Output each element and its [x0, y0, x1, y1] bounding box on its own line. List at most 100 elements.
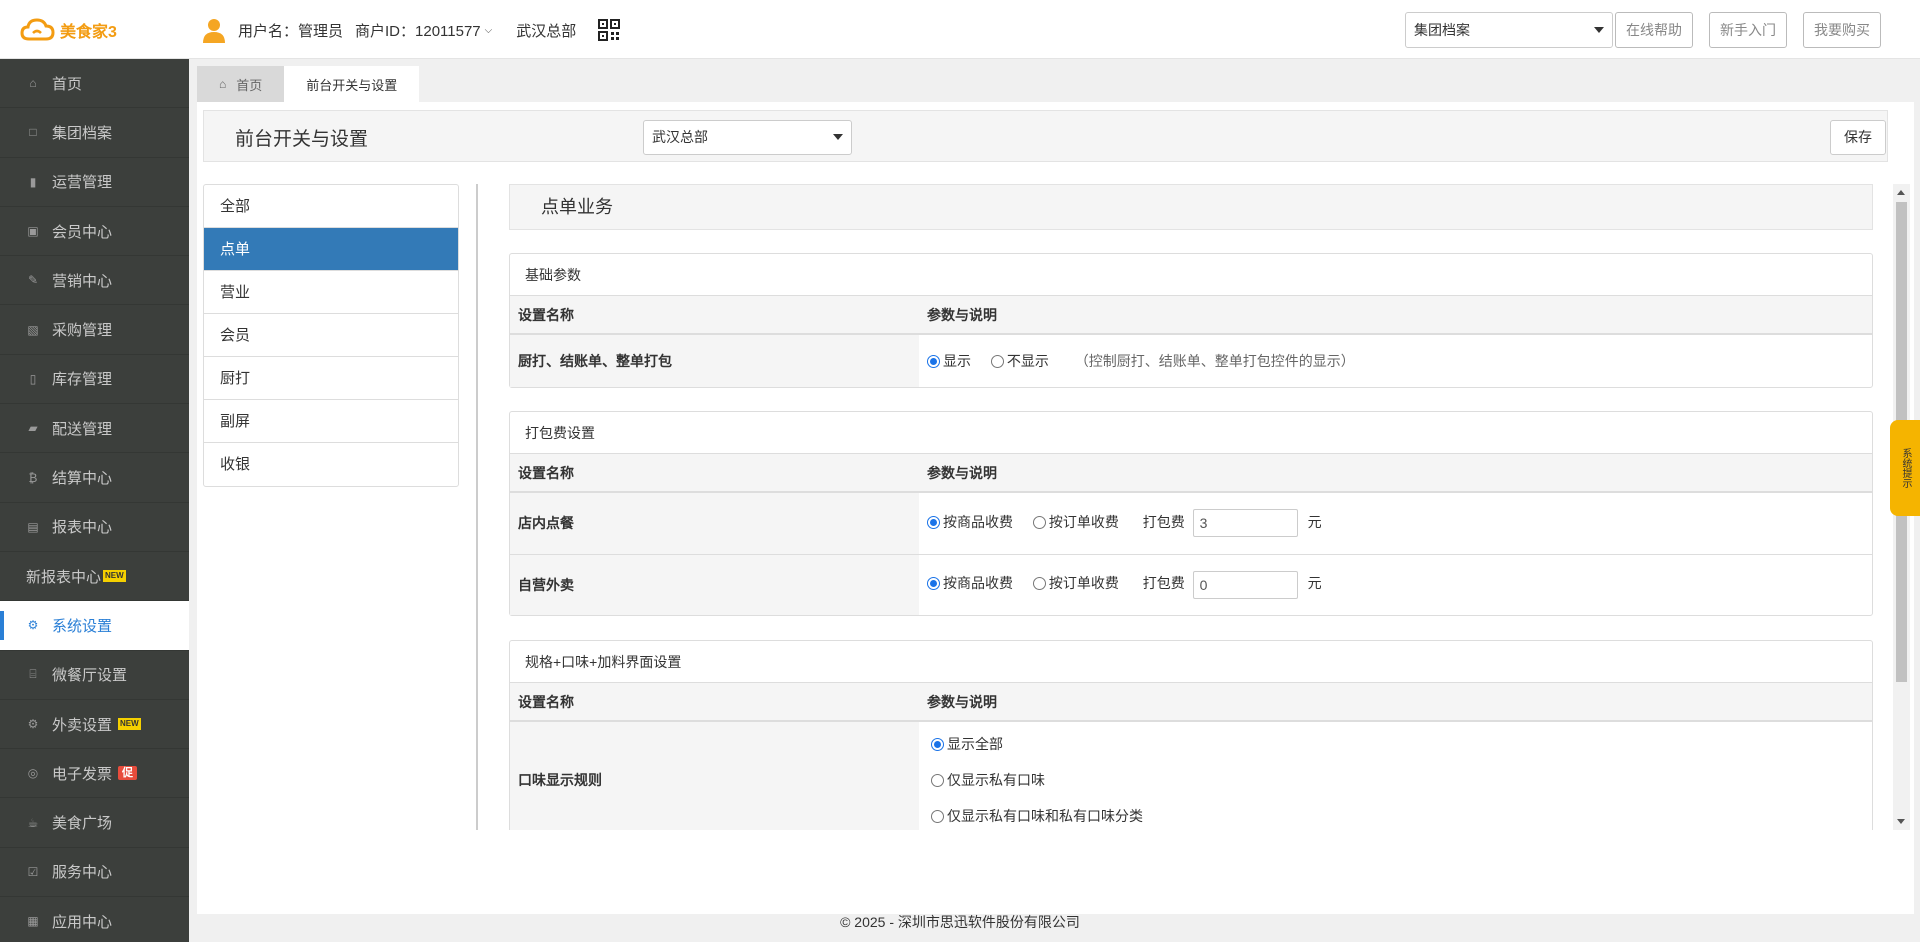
- category-business[interactable]: 营业: [204, 271, 458, 314]
- edit-icon: ✎: [27, 273, 39, 288]
- sidebar-item-settlement[interactable]: ₿ 结算中心: [0, 453, 189, 503]
- system-tip-tab[interactable]: 系统提示: [1890, 420, 1920, 516]
- radio-label: 仅显示私有口味和私有口味分类: [947, 808, 1143, 824]
- sidebar-item-system-settings[interactable]: ⚙ 系统设置: [0, 601, 189, 651]
- sidebar-item-e-invoice[interactable]: ◎ 电子发票促: [0, 749, 189, 799]
- book-icon: ▧: [27, 322, 39, 337]
- page-header: 前台开关与设置 武汉总部 保存: [203, 110, 1888, 162]
- radio-label: 显示全部: [947, 736, 1003, 752]
- sidebar-item-reports[interactable]: ▤ 报表中心: [0, 503, 189, 552]
- app-logo[interactable]: 美食家3: [20, 17, 117, 43]
- save-button[interactable]: 保存: [1830, 120, 1886, 155]
- user-info: 用户名：管理员 商户ID：12011577 ⌵ 武汉总部: [200, 15, 621, 45]
- setting-value: 按商品收费 按订单收费 打包费 0 元: [919, 554, 1872, 615]
- radio-unchecked-icon: [990, 355, 1004, 368]
- checkbox-icon: ☑: [27, 864, 39, 879]
- truck-icon: ▰: [28, 421, 38, 436]
- setting-value: 按商品收费 按订单收费 打包费 3 元: [919, 492, 1872, 555]
- bitcoin-icon: ₿: [28, 470, 38, 485]
- packing-fee-input[interactable]: 0: [1192, 570, 1298, 599]
- sidebar-item-inventory[interactable]: ▯ 库存管理: [0, 355, 189, 405]
- coffee-icon: ☕: [27, 815, 39, 830]
- col-header-desc: 参数与说明: [919, 296, 1872, 335]
- qr-code-icon[interactable]: [598, 19, 621, 41]
- scroll-up-arrow-icon[interactable]: [1897, 190, 1905, 195]
- radio-per-item[interactable]: 按商品收费: [927, 575, 1013, 591]
- category-all[interactable]: 全部: [204, 185, 458, 228]
- basic-params-card: 基础参数 设置名称 参数与说明 厨打、结账单、整单打包 显示 不显示 （控制厨打…: [509, 253, 1873, 388]
- caret-down-icon: [833, 134, 843, 140]
- beginner-guide-button[interactable]: 新手入门: [1709, 12, 1787, 48]
- radio-label: 显示: [943, 353, 971, 369]
- user-avatar-icon: [203, 19, 225, 43]
- buy-button[interactable]: 我要购买: [1803, 12, 1881, 48]
- sidebar-item-group-archive[interactable]: □ 集团档案: [0, 108, 189, 158]
- category-member[interactable]: 会员: [204, 314, 458, 357]
- divider: [476, 184, 478, 830]
- radio-per-item[interactable]: 按商品收费: [927, 514, 1013, 530]
- radio-checked-icon: [927, 515, 940, 529]
- sidebar-item-home[interactable]: ⌂ 首页: [0, 59, 189, 109]
- radio-hide[interactable]: 不显示: [990, 353, 1049, 369]
- radio-checked-icon: [927, 355, 940, 368]
- radio-label: 按商品收费: [943, 575, 1013, 592]
- sidebar-item-marketing[interactable]: ✎ 营销中心: [0, 256, 189, 306]
- radio-show[interactable]: 显示: [927, 353, 971, 369]
- sidebar-item-delivery[interactable]: ▰ 配送管理: [0, 404, 189, 454]
- cutlery-icon: ⌸: [29, 667, 37, 682]
- table-row: 口味显示规则 显示全部 仅显示私有口味 仅显示私有口味和私有口味分类: [510, 721, 1872, 830]
- home-icon: ⌂: [29, 76, 37, 91]
- scroll-down-arrow-icon[interactable]: [1897, 819, 1905, 824]
- radio-private-only[interactable]: 仅显示私有口味: [931, 762, 1872, 798]
- tablet-icon: ▯: [29, 371, 37, 386]
- spec-flavor-card: 规格+口味+加料界面设置 设置名称 参数与说明 口味显示规则 显示全部 仅显示私…: [509, 640, 1873, 830]
- tab-frontend-settings[interactable]: 前台开关与设置: [284, 66, 420, 102]
- settings-table: 设置名称 参数与说明 口味显示规则 显示全部 仅显示私有口味 仅显示私有口味和私…: [510, 683, 1872, 830]
- category-cashier[interactable]: 收银: [204, 443, 458, 486]
- sidebar-item-purchasing[interactable]: ▧ 采购管理: [0, 305, 189, 355]
- radio-label: 不显示: [1006, 353, 1049, 369]
- tab-home[interactable]: ⌂ 首页: [197, 66, 285, 102]
- sidebar-item-label: 首页: [52, 75, 83, 93]
- radio-show-all[interactable]: 显示全部: [931, 726, 1872, 762]
- sidebar-item-service-center[interactable]: ☑ 服务中心: [0, 848, 189, 898]
- logo-text: 美食家3: [60, 24, 117, 41]
- sidebar-item-operations[interactable]: ▮ 运营管理: [0, 158, 189, 207]
- category-order[interactable]: 点单: [204, 228, 458, 271]
- top-header: 美食家3 用户名：管理员 商户ID：12011577 ⌵ 武汉总部 集团档案 在…: [0, 0, 1920, 59]
- group-archive-select[interactable]: 集团档案: [1405, 12, 1613, 48]
- content-area: 前台开关与设置 武汉总部 保存 全部 点单 营业 会员 厨打 副屏 收银 点单业…: [197, 102, 1914, 914]
- radio-label: 按订单收费: [1048, 575, 1119, 592]
- sidebar-item-label: 运营管理: [52, 174, 113, 192]
- store-select[interactable]: 武汉总部: [643, 120, 852, 155]
- category-kitchen-print[interactable]: 厨打: [204, 357, 458, 400]
- chevron-down-icon[interactable]: ⌵: [485, 25, 493, 36]
- report-icon: ▤: [27, 519, 39, 534]
- col-header-name: 设置名称: [510, 454, 919, 493]
- radio-unchecked-icon: [1032, 515, 1046, 529]
- sidebar-item-takeout-settings[interactable]: ⚙ 外卖设置 NEW: [0, 700, 189, 750]
- category-secondary-screen[interactable]: 副屏: [204, 400, 458, 443]
- col-header-desc: 参数与说明: [919, 683, 1872, 722]
- new-badge: NEW: [103, 570, 126, 583]
- radio-private-and-category[interactable]: 仅显示私有口味和私有口味分类: [931, 798, 1872, 830]
- merchant-id-label[interactable]: 商户ID：12011577: [355, 20, 481, 41]
- sidebar-item-members[interactable]: ▣ 会员中心: [0, 207, 189, 257]
- radio-unchecked-icon: [1032, 577, 1046, 591]
- online-help-button[interactable]: 在线帮助: [1615, 12, 1693, 48]
- setting-name: 厨打、结账单、整单打包: [510, 334, 919, 387]
- radio-label: 仅显示私有口味: [947, 772, 1045, 788]
- category-list: 全部 点单 营业 会员 厨打 副屏 收银: [203, 184, 459, 487]
- sidebar-item-label: 会员中心: [52, 223, 113, 241]
- radio-per-order[interactable]: 按订单收费: [1032, 575, 1119, 592]
- packing-fee-input[interactable]: 3: [1192, 509, 1298, 538]
- sidebar-item-label: 采购管理: [52, 322, 113, 340]
- sidebar-item-new-reports[interactable]: 新报表中心 NEW: [0, 552, 189, 602]
- sidebar-item-food-plaza[interactable]: ☕ 美食广场: [0, 798, 189, 848]
- radio-per-order[interactable]: 按订单收费: [1032, 514, 1119, 530]
- gears-icon: ⚙: [27, 618, 39, 633]
- circle-icon: ◎: [27, 766, 39, 781]
- sidebar-item-micro-restaurant[interactable]: ⌸ 微餐厅设置: [0, 651, 189, 700]
- file-icon: □: [29, 125, 37, 140]
- radio-checked-icon: [927, 577, 940, 591]
